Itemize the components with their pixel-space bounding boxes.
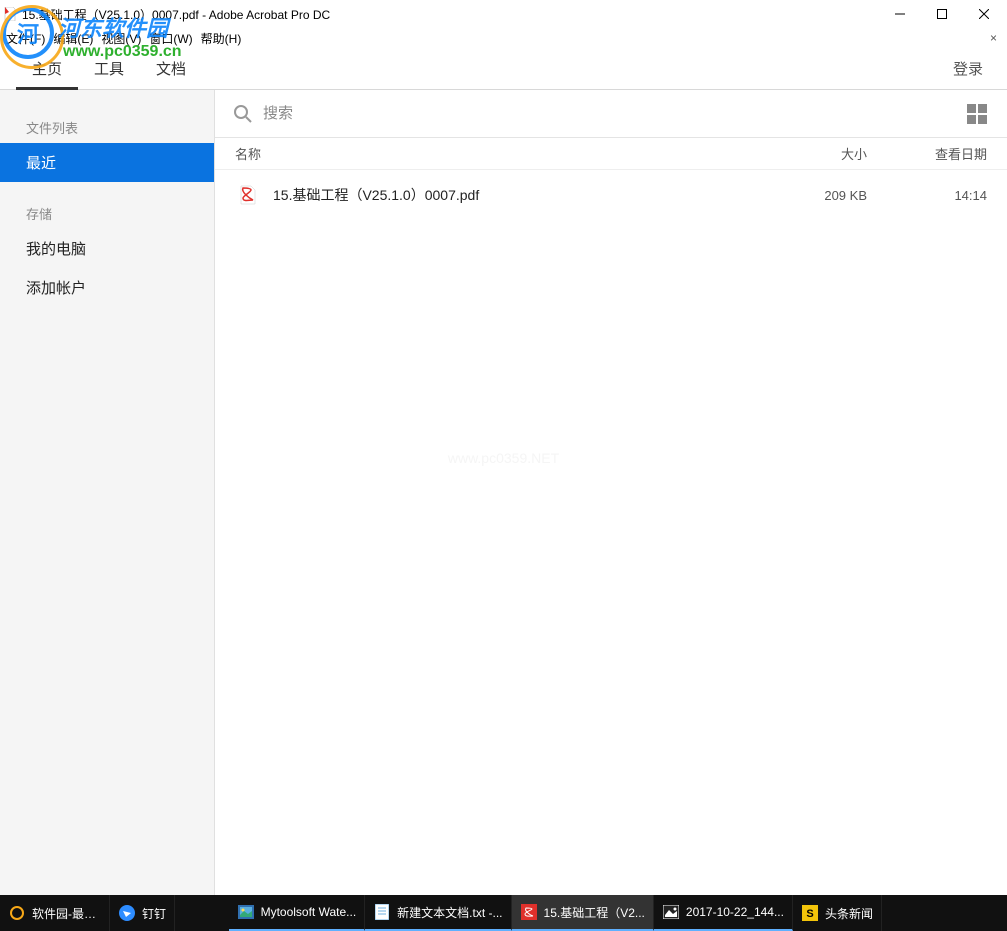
tab-tools[interactable]: 工具 <box>78 48 140 90</box>
taskbar-item-6[interactable]: S 头条新闻 <box>793 895 882 931</box>
grid-view-toggle[interactable] <box>965 102 989 126</box>
sidebar-file-list-header: 文件列表 <box>0 112 214 143</box>
file-name: 15.基础工程（V25.1.0）0007.pdf <box>273 185 747 205</box>
taskbar-item-1[interactable]: 钉钉 <box>110 895 175 931</box>
search-input[interactable] <box>263 105 965 122</box>
taskbar-item-2[interactable]: Mytoolsoft Wate... <box>229 895 366 931</box>
search-icon <box>233 104 253 124</box>
dingtalk-icon <box>118 904 136 922</box>
image-icon <box>237 903 255 921</box>
news-icon: S <box>801 904 819 922</box>
pdf-file-icon <box>235 182 261 208</box>
sidebar-storage-header: 存储 <box>0 198 214 229</box>
content-area: 名称 大小 查看日期 15.基础工程（V25.1.0）0007.pdf 209 … <box>215 90 1007 895</box>
menu-file[interactable]: 文件(F) <box>6 30 45 47</box>
maximize-button[interactable] <box>921 0 963 28</box>
sidebar-item-recent[interactable]: 最近 <box>0 143 214 182</box>
file-row[interactable]: 15.基础工程（V25.1.0）0007.pdf 209 KB 14:14 <box>215 170 1007 220</box>
taskbar-item-0[interactable]: 软件园-最安... <box>0 895 110 931</box>
minimize-button[interactable] <box>879 0 921 28</box>
taskbar-item-3[interactable]: 新建文本文档.txt -... <box>365 895 511 931</box>
search-row <box>215 90 1007 138</box>
grid-icon <box>967 104 987 124</box>
column-name[interactable]: 名称 <box>235 144 747 163</box>
taskbar-item-5[interactable]: 2017-10-22_144... <box>654 895 793 931</box>
photo-icon <box>662 903 680 921</box>
browser-icon <box>8 904 26 922</box>
body: 文件列表 最近 存储 我的电脑 添加帐户 名称 大小 查看日期 <box>0 90 1007 895</box>
taskbar-item-4[interactable]: 15.基础工程（V2... <box>512 895 654 931</box>
notepad-icon <box>373 903 391 921</box>
menu-view[interactable]: 视图(V) <box>101 30 141 47</box>
column-date[interactable]: 查看日期 <box>867 144 987 163</box>
column-size[interactable]: 大小 <box>747 144 867 163</box>
sidebar-item-my-computer[interactable]: 我的电脑 <box>0 229 214 268</box>
menu-edit[interactable]: 编辑(E) <box>53 30 93 47</box>
file-size: 209 KB <box>747 188 867 203</box>
close-button[interactable] <box>963 0 1005 28</box>
login-link[interactable]: 登录 <box>953 58 991 79</box>
tab-home[interactable]: 主页 <box>16 48 78 90</box>
titlebar: 15.基础工程（V25.1.0）0007.pdf - Adobe Acrobat… <box>0 0 1007 28</box>
taskbar: 软件园-最安... 钉钉 Mytoolsoft Wate... 新建文本文档.t… <box>0 895 1007 931</box>
acrobat-icon <box>520 903 538 921</box>
sidebar-item-add-account[interactable]: 添加帐户 <box>0 268 214 307</box>
top-tabs: 主页 工具 文档 登录 <box>0 48 1007 90</box>
menu-window[interactable]: 窗口(W) <box>149 30 192 47</box>
tab-document[interactable]: 文档 <box>140 48 202 90</box>
menubar-close-icon[interactable]: × <box>986 31 1001 45</box>
window-title: 15.基础工程（V25.1.0）0007.pdf - Adobe Acrobat… <box>22 6 879 23</box>
svg-text:S: S <box>806 908 813 920</box>
menubar: 文件(F) 编辑(E) 视图(V) 窗口(W) 帮助(H) × <box>0 28 1007 48</box>
file-date: 14:14 <box>867 188 987 203</box>
list-header: 名称 大小 查看日期 <box>215 138 1007 170</box>
window-controls <box>879 0 1005 28</box>
sidebar: 文件列表 最近 存储 我的电脑 添加帐户 <box>0 90 215 895</box>
pdf-icon <box>2 6 18 22</box>
menu-help[interactable]: 帮助(H) <box>201 30 242 47</box>
